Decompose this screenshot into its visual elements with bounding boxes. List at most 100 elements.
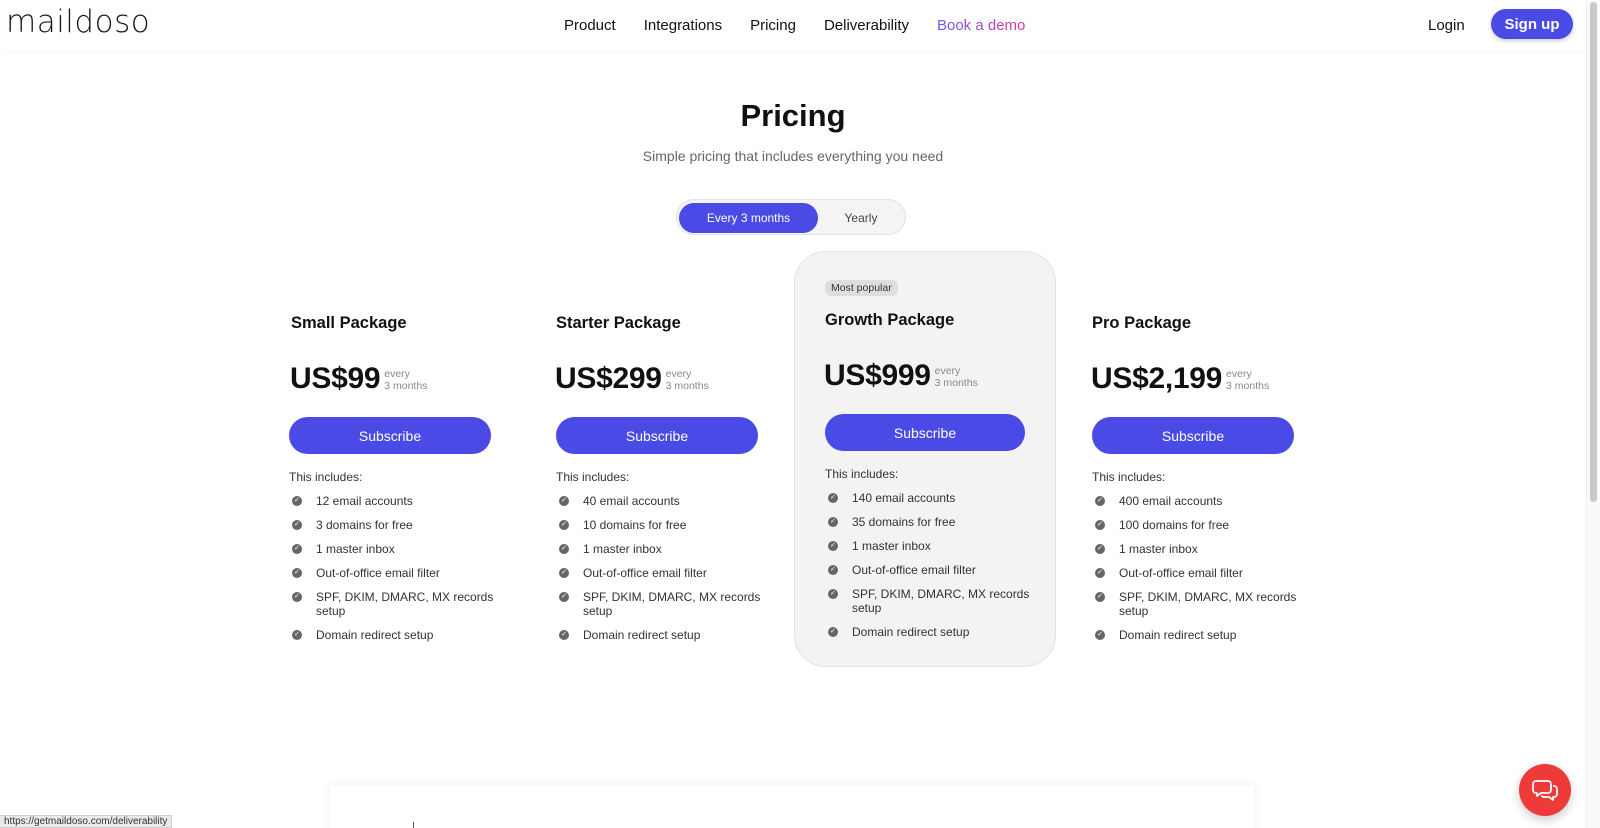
check-circle-icon: ✓ (828, 517, 838, 527)
includes-label: This includes: (556, 470, 630, 484)
next-section-mark (413, 822, 414, 828)
subscribe-button[interactable]: Subscribe (1092, 417, 1294, 454)
package-price: US$299 (555, 362, 662, 395)
feature-list: ✓ 12 email accounts ✓ 3 domains for free ✓… (289, 494, 509, 652)
feature-text: 1 master inbox (852, 539, 931, 553)
feature-item: ✓ 35 domains for free (825, 515, 1045, 529)
billing-period: every 3 months (384, 368, 427, 396)
check-circle-icon: ✓ (292, 520, 302, 530)
check-circle-icon: ✓ (292, 630, 302, 640)
feature-item: ✓ Domain redirect setup (289, 628, 509, 642)
feature-text: 1 master inbox (1119, 542, 1198, 556)
feature-text: 1 master inbox (583, 542, 662, 556)
check-circle-icon: ✓ (828, 565, 838, 575)
check-circle-icon: ✓ (559, 592, 569, 602)
check-circle-icon: ✓ (559, 496, 569, 506)
feature-item: ✓ 140 email accounts (825, 491, 1045, 505)
check-circle-icon: ✓ (292, 568, 302, 578)
subscribe-button[interactable]: Subscribe (556, 417, 758, 454)
feature-text: 40 email accounts (583, 494, 680, 508)
feature-item: ✓ 1 master inbox (289, 542, 509, 556)
feature-item: ✓ 1 master inbox (825, 539, 1045, 553)
includes-label: This includes: (289, 470, 363, 484)
check-circle-icon: ✓ (1095, 496, 1105, 506)
nav-product[interactable]: Product (564, 17, 616, 34)
billing-period: every 3 months (1226, 368, 1269, 396)
pricing-card-pro: Pro Package US$2,199 every 3 months Subsc… (1072, 254, 1334, 674)
feature-text: 35 domains for free (852, 515, 956, 529)
package-name: Pro Package (1092, 314, 1192, 332)
feature-text: 10 domains for free (583, 518, 687, 532)
most-popular-badge: Most popular (825, 280, 898, 296)
price-row: US$2,199 every 3 months (1091, 362, 1269, 396)
maildoso-logo[interactable]: maildoso (6, 4, 150, 40)
pricing-card-small: Small Package US$99 every 3 months Subscr… (268, 254, 530, 674)
login-link[interactable]: Login (1428, 17, 1465, 34)
check-circle-icon: ✓ (1095, 592, 1105, 602)
check-circle-icon: ✓ (828, 589, 838, 599)
feature-item: ✓ 400 email accounts (1092, 494, 1312, 508)
nav-integrations[interactable]: Integrations (644, 17, 722, 34)
feature-item: ✓ Domain redirect setup (1092, 628, 1312, 642)
check-circle-icon: ✓ (559, 544, 569, 554)
next-section-card (330, 786, 1254, 828)
nav-book-demo[interactable]: Book a demo (937, 17, 1025, 34)
feature-item: ✓ Domain redirect setup (825, 625, 1045, 639)
check-circle-icon: ✓ (1095, 568, 1105, 578)
feature-item: ✓ 1 master inbox (556, 542, 776, 556)
price-row: US$999 every 3 months (824, 359, 978, 393)
feature-list: ✓ 40 email accounts ✓ 10 domains for free … (556, 494, 776, 652)
feature-item: ✓ SPF, DKIM, DMARC, MX records setup (289, 590, 509, 618)
feature-item: ✓ SPF, DKIM, DMARC, MX records setup (556, 590, 776, 618)
feature-text: Out-of-office email filter (852, 563, 976, 577)
check-circle-icon: ✓ (292, 592, 302, 602)
check-circle-icon: ✓ (828, 627, 838, 637)
feature-item: ✓ 12 email accounts (289, 494, 509, 508)
chat-launcher-button[interactable] (1519, 764, 1571, 816)
period-length: 3 months (934, 377, 978, 389)
subscribe-button[interactable]: Subscribe (825, 414, 1025, 451)
check-circle-icon: ✓ (1095, 630, 1105, 640)
feature-item: ✓ 3 domains for free (289, 518, 509, 532)
feature-item: ✓ Out-of-office email filter (825, 563, 1045, 577)
check-circle-icon: ✓ (1095, 520, 1105, 530)
page-scrollbar[interactable] (1586, 0, 1600, 828)
signup-button[interactable]: Sign up (1491, 9, 1573, 39)
feature-item: ✓ 1 master inbox (1092, 542, 1312, 556)
feature-item: ✓ 40 email accounts (556, 494, 776, 508)
nav-pricing[interactable]: Pricing (750, 17, 796, 34)
feature-text: SPF, DKIM, DMARC, MX records setup (316, 590, 494, 618)
toggle-yearly[interactable]: Yearly (818, 203, 904, 233)
feature-text: Domain redirect setup (852, 625, 970, 639)
check-circle-icon: ✓ (559, 568, 569, 578)
period-length: 3 months (1226, 380, 1270, 392)
package-price: US$99 (290, 362, 381, 395)
feature-text: Domain redirect setup (1119, 628, 1237, 642)
includes-label: This includes: (825, 467, 899, 481)
feature-text: Out-of-office email filter (316, 566, 440, 580)
toggle-every-3-months[interactable]: Every 3 months (679, 203, 818, 233)
feature-list: ✓ 140 email accounts ✓ 35 domains for free… (825, 491, 1045, 649)
check-circle-icon: ✓ (559, 630, 569, 640)
pricing-card-growth: Most popular Growth Package US$999 every… (794, 251, 1056, 667)
subscribe-button[interactable]: Subscribe (289, 417, 491, 454)
site-header: maildoso Product Integrations Pricing De… (0, 0, 1586, 50)
nav-deliverability[interactable]: Deliverability (824, 17, 909, 34)
period-every: every (934, 365, 961, 377)
feature-text: 3 domains for free (316, 518, 413, 532)
feature-text: 100 domains for free (1119, 518, 1230, 532)
includes-label: This includes: (1092, 470, 1166, 484)
feature-text: Out-of-office email filter (583, 566, 707, 580)
feature-text: SPF, DKIM, DMARC, MX records setup (583, 590, 761, 618)
feature-text: 140 email accounts (852, 491, 956, 505)
package-price: US$2,199 (1091, 362, 1223, 395)
feature-item: ✓ 10 domains for free (556, 518, 776, 532)
period-length: 3 months (665, 380, 709, 392)
feature-item: ✓ 100 domains for free (1092, 518, 1312, 532)
scrollbar-thumb[interactable] (1590, 2, 1597, 502)
price-row: US$299 every 3 months (555, 362, 709, 396)
feature-text: 12 email accounts (316, 494, 413, 508)
pricing-card-starter: Starter Package US$299 every 3 months Sub… (536, 254, 798, 674)
feature-item: ✓ Out-of-office email filter (289, 566, 509, 580)
check-circle-icon: ✓ (828, 541, 838, 551)
